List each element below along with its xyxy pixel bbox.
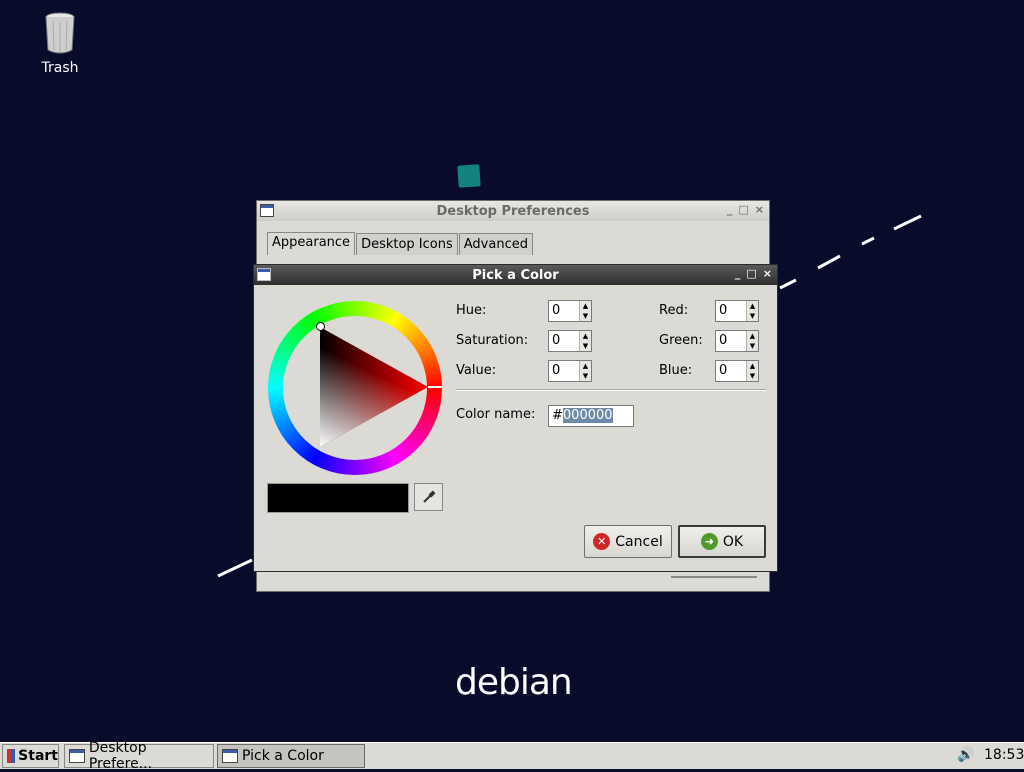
blue-label: Blue:: [659, 363, 693, 378]
spin-down-icon[interactable]: ▼: [583, 311, 588, 321]
start-icon: [7, 749, 16, 763]
hue-marker: [428, 386, 442, 388]
spin-down-icon[interactable]: ▼: [750, 311, 755, 321]
saturation-value-triangle[interactable]: [318, 325, 428, 455]
maximize-icon[interactable]: □: [746, 267, 756, 280]
spin-up-icon[interactable]: ▲: [750, 301, 755, 311]
color-name-input[interactable]: #000000: [548, 405, 634, 427]
value-label: Value:: [456, 363, 497, 378]
clock[interactable]: 18:53: [984, 747, 1024, 763]
ok-icon: ➜: [700, 533, 718, 550]
eyedropper-icon: [422, 490, 436, 503]
debian-logo: debian: [455, 662, 573, 703]
hue-value: 0: [552, 303, 561, 318]
red-spinbox[interactable]: 0 ▲ ▼: [715, 300, 759, 322]
color-name-selection: 000000: [562, 408, 613, 423]
taskbar-item-label: Pick a Color: [242, 748, 324, 764]
spin-up-icon[interactable]: ▲: [750, 361, 755, 371]
ok-button[interactable]: ➜ OK: [678, 525, 766, 558]
blue-spinbox[interactable]: 0 ▲ ▼: [715, 360, 759, 382]
preferences-tabs: Appearance Desktop Icons Advanced: [267, 232, 534, 255]
color-name-label: Color name:: [456, 407, 536, 422]
window-icon: [222, 749, 238, 763]
saturation-value: 0: [552, 333, 561, 348]
saturation-label: Saturation:: [456, 333, 529, 348]
hidden-button-edge: [671, 576, 757, 578]
cancel-icon: ✕: [593, 533, 611, 550]
minimize-icon[interactable]: _: [735, 267, 741, 280]
trash-icon: [45, 12, 75, 54]
start-button[interactable]: Start: [2, 744, 59, 768]
window-icon: [69, 749, 85, 763]
desktop-preferences-titlebar[interactable]: Desktop Preferences _ □ ×: [257, 201, 769, 221]
trash-desktop-icon[interactable]: Trash: [30, 12, 90, 76]
blue-value: 0: [719, 363, 728, 378]
teal-desktop-object: [457, 164, 481, 188]
spin-down-icon[interactable]: ▼: [750, 341, 755, 351]
red-label: Red:: [659, 303, 689, 318]
tab-desktop-icons[interactable]: Desktop Icons: [356, 233, 458, 255]
cancel-button[interactable]: ✕ Cancel: [584, 525, 672, 558]
value-spinbox[interactable]: 0 ▲ ▼: [548, 360, 592, 382]
spin-down-icon[interactable]: ▼: [750, 371, 755, 381]
ok-label: OK: [722, 533, 744, 550]
color-name-prefix: #: [552, 408, 563, 423]
pick-color-dialog: Pick a Color _ □ × Hue: 0 ▲ ▼ Saturation…: [253, 264, 778, 572]
hue-spinbox[interactable]: 0 ▲ ▼: [548, 300, 592, 322]
minimize-icon[interactable]: _: [727, 203, 733, 216]
current-color-swatch: [267, 483, 409, 513]
tab-appearance[interactable]: Appearance: [267, 232, 356, 255]
color-selector-ring[interactable]: [316, 322, 325, 331]
taskbar-item-desktop-preferences[interactable]: Desktop Prefere...: [64, 740, 214, 772]
separator: [456, 389, 766, 391]
close-icon[interactable]: ×: [763, 267, 772, 280]
eyedropper-button[interactable]: [414, 483, 443, 511]
value-value: 0: [552, 363, 561, 378]
green-label: Green:: [659, 333, 703, 348]
maximize-icon[interactable]: □: [738, 203, 748, 216]
volume-icon[interactable]: 🔊: [957, 747, 974, 763]
dialog-title: Pick a Color: [472, 267, 559, 283]
pick-color-titlebar[interactable]: Pick a Color _ □ ×: [254, 265, 777, 285]
spin-up-icon[interactable]: ▲: [583, 361, 588, 371]
tab-advanced[interactable]: Advanced: [458, 233, 533, 255]
taskbar: Start Desktop Prefere... Pick a Color 🔊 …: [0, 740, 1024, 772]
spin-up-icon[interactable]: ▲: [583, 331, 588, 341]
green-spinbox[interactable]: 0 ▲ ▼: [715, 330, 759, 352]
hue-label: Hue:: [456, 303, 487, 318]
close-icon[interactable]: ×: [755, 203, 764, 216]
saturation-spinbox[interactable]: 0 ▲ ▼: [548, 330, 592, 352]
window-title: Desktop Preferences: [436, 203, 590, 219]
spin-up-icon[interactable]: ▲: [750, 331, 755, 341]
spin-up-icon[interactable]: ▲: [583, 301, 588, 311]
trash-label: Trash: [41, 60, 79, 76]
red-value: 0: [719, 303, 728, 318]
spin-down-icon[interactable]: ▼: [583, 341, 588, 351]
spin-down-icon[interactable]: ▼: [583, 371, 588, 381]
start-label: Start: [18, 748, 58, 764]
taskbar-item-label: Desktop Prefere...: [88, 740, 153, 772]
taskbar-item-pick-a-color[interactable]: Pick a Color: [217, 744, 365, 768]
cancel-label: Cancel: [615, 533, 663, 550]
green-value: 0: [719, 333, 728, 348]
